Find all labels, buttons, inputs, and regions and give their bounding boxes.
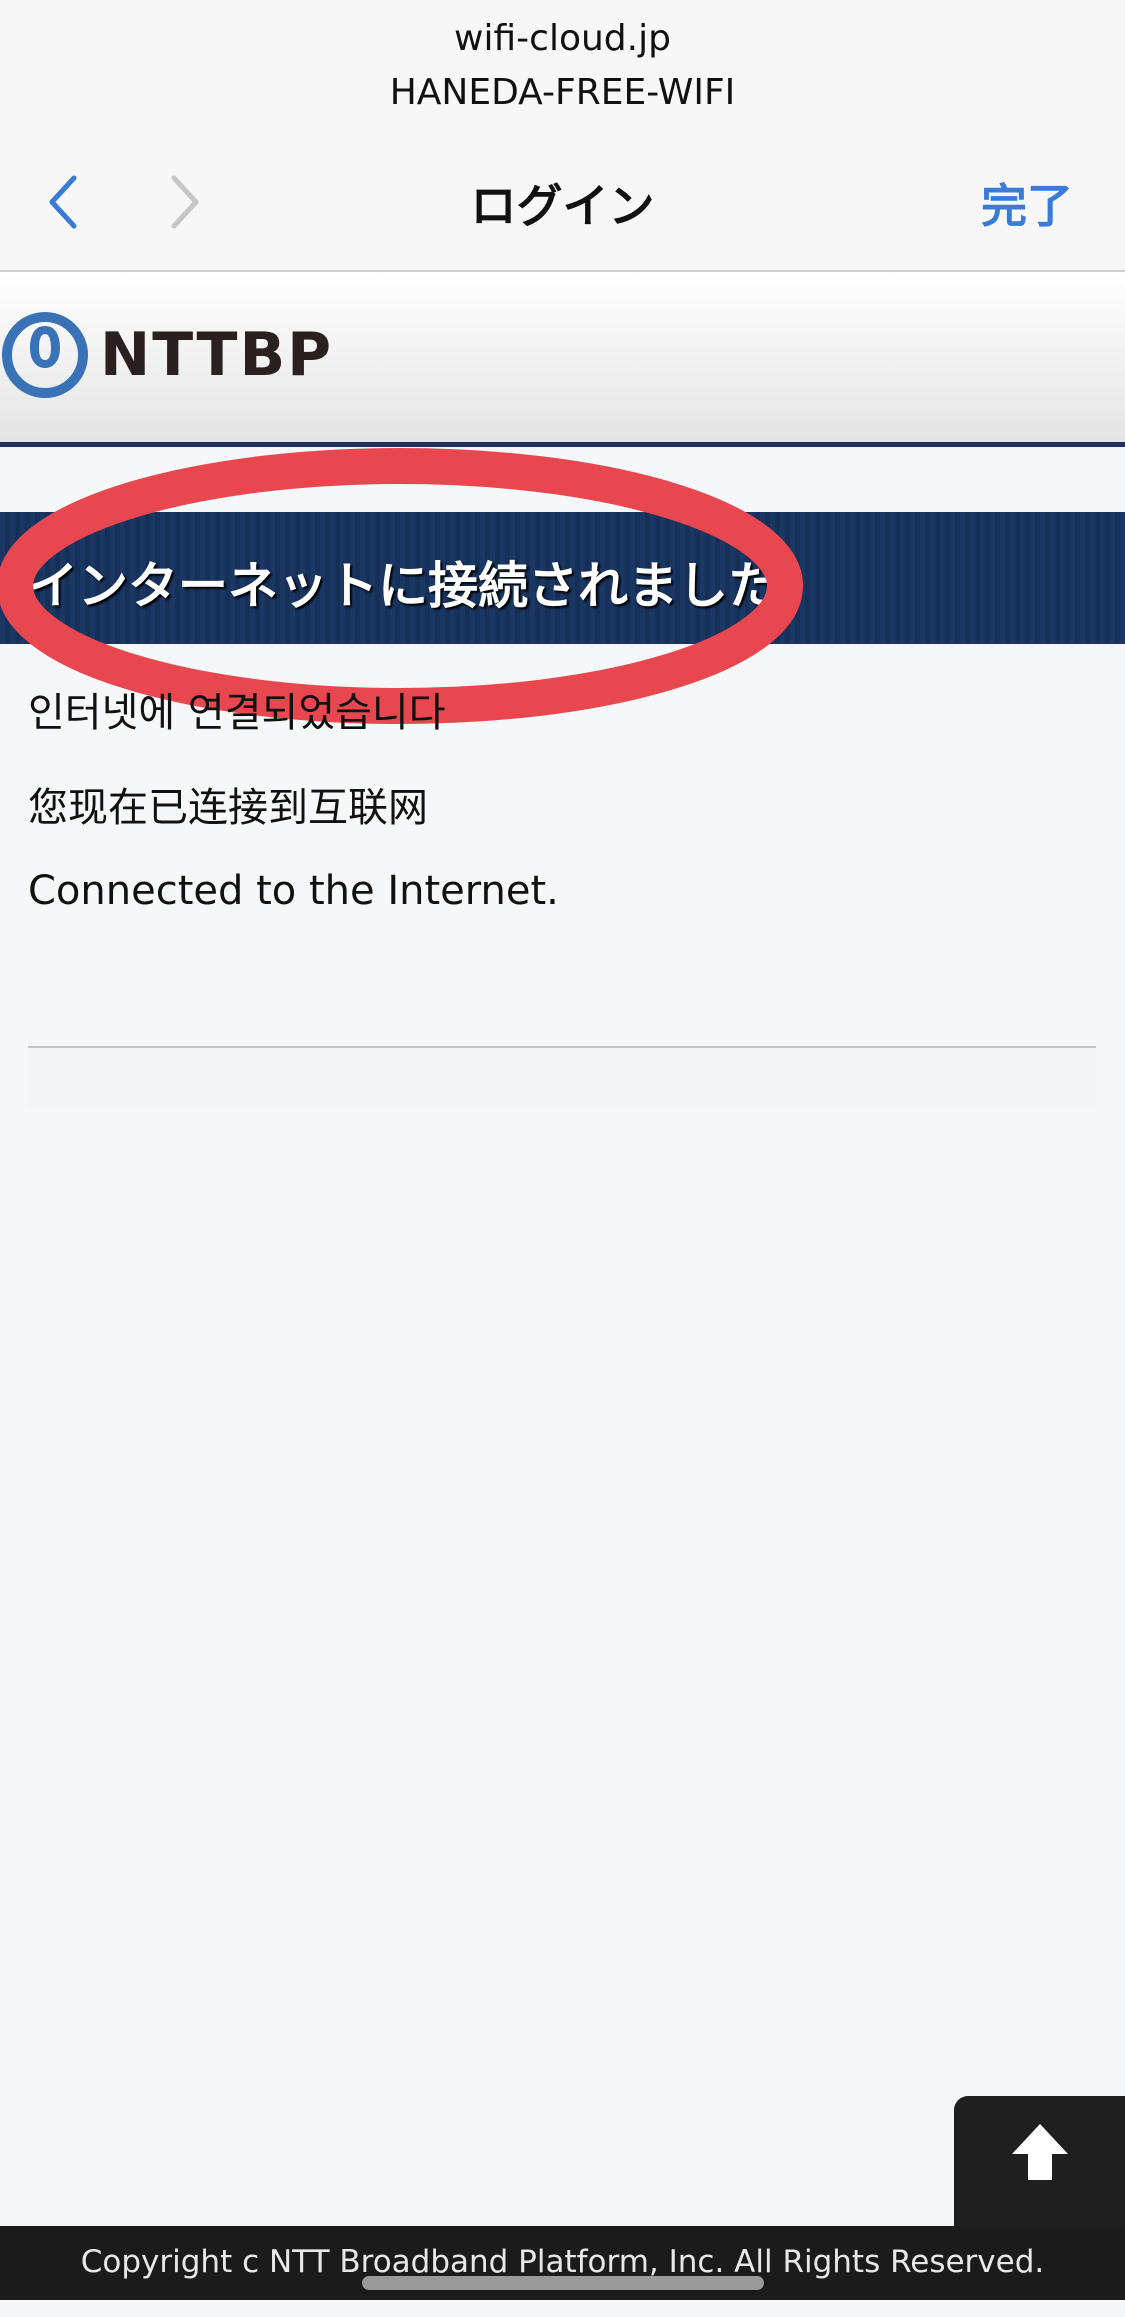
message-korean: 인터넷에 연결되었습니다: [28, 690, 446, 736]
site-header: NTTBP: [0, 272, 1125, 447]
network-name: HANEDA-FREE-WIFI: [389, 72, 736, 113]
done-button[interactable]: 完了: [981, 170, 1073, 236]
home-indicator[interactable]: [362, 2276, 764, 2290]
browser-topbar: wifi-cloud.jp HANEDA-FREE-WIFI ログイン 完了: [0, 0, 1125, 272]
copyright-text: Copyright c NTT Broadband Platform, Inc.…: [80, 2244, 1045, 2280]
message-english: Connected to the Internet.: [28, 868, 559, 914]
page-domain: wifi-cloud.jp: [454, 18, 671, 59]
page-title: ログイン: [470, 179, 655, 233]
arrow-up-icon: [1012, 2124, 1068, 2180]
connected-banner: インターネットに接続されました。: [0, 512, 1125, 644]
message-chinese: 您现在已连接到互联网: [28, 785, 428, 831]
brand-name: NTTBP: [100, 320, 334, 390]
scroll-to-top-button[interactable]: [954, 2096, 1125, 2226]
banner-title: インターネットに接続されました。: [28, 557, 828, 615]
nttbp-logo-icon: [2, 312, 88, 398]
empty-panel: [28, 1048, 1096, 1108]
